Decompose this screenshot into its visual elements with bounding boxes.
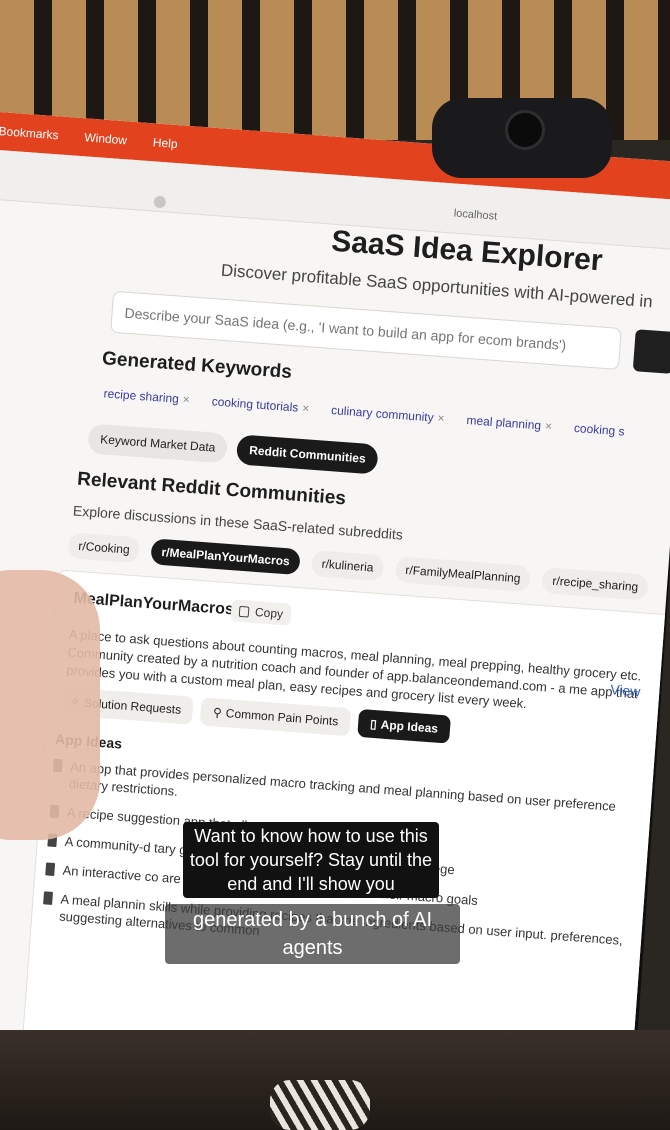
communities-heading: Relevant Reddit Communities	[76, 468, 347, 510]
view-link[interactable]: View	[610, 681, 641, 699]
keywords-heading: Generated Keywords	[101, 348, 293, 384]
subreddit-chip[interactable]: r/FamilyMealPlanning	[394, 556, 532, 593]
copy-button[interactable]: Copy	[230, 599, 292, 626]
menu-window[interactable]: Window	[84, 130, 128, 147]
tab-keyword-market-data[interactable]: Keyword Market Data	[87, 423, 229, 464]
tab-reddit-communities[interactable]: Reddit Communities	[236, 434, 379, 475]
remove-icon[interactable]: ×	[302, 401, 310, 415]
video-caption-bottom: generated by a bunch of AI agents	[165, 904, 460, 964]
subreddit-chip[interactable]: r/kulineria	[310, 550, 385, 582]
video-caption-top: Want to know how to use this tool for yo…	[183, 822, 439, 898]
phone-icon: ▯	[369, 716, 378, 732]
subreddit-chip[interactable]: r/Cooking	[67, 532, 141, 564]
tab-common-pain-points[interactable]: ⚲ Common Pain Points	[200, 697, 352, 737]
subreddit-chip-selected[interactable]: r/MealPlanYourMacros	[150, 538, 301, 576]
striped-object	[270, 1080, 370, 1130]
view-tabs: Keyword Market Data Reddit Communities	[87, 423, 379, 475]
remove-icon[interactable]: ×	[545, 419, 553, 433]
keyword-chip[interactable]: meal planning ×	[466, 413, 553, 433]
menu-bookmarks[interactable]: Bookmarks	[0, 124, 59, 142]
copy-icon	[238, 605, 250, 618]
keyword-chip[interactable]: culinary community ×	[331, 403, 445, 425]
copy-label: Copy	[254, 605, 284, 622]
search-button[interactable]	[632, 329, 670, 374]
keyword-chip[interactable]: recipe sharing ×	[103, 386, 190, 406]
hand	[0, 570, 100, 840]
remove-icon[interactable]: ×	[182, 392, 190, 406]
phone-icon	[43, 891, 54, 905]
keyword-chip[interactable]: cooking s	[573, 421, 625, 439]
subreddit-chip[interactable]: r/recipe_sharing	[541, 567, 650, 601]
tab-app-ideas[interactable]: ▯ App Ideas	[357, 708, 451, 744]
reload-icon[interactable]	[153, 195, 167, 209]
menu-help[interactable]: Help	[152, 135, 178, 151]
phone-icon	[45, 862, 56, 877]
keyword-chip[interactable]: cooking tutorials ×	[211, 394, 309, 415]
remove-icon[interactable]: ×	[437, 411, 445, 425]
search-icon: ⚲	[212, 705, 223, 720]
webcam-lens	[505, 110, 545, 150]
